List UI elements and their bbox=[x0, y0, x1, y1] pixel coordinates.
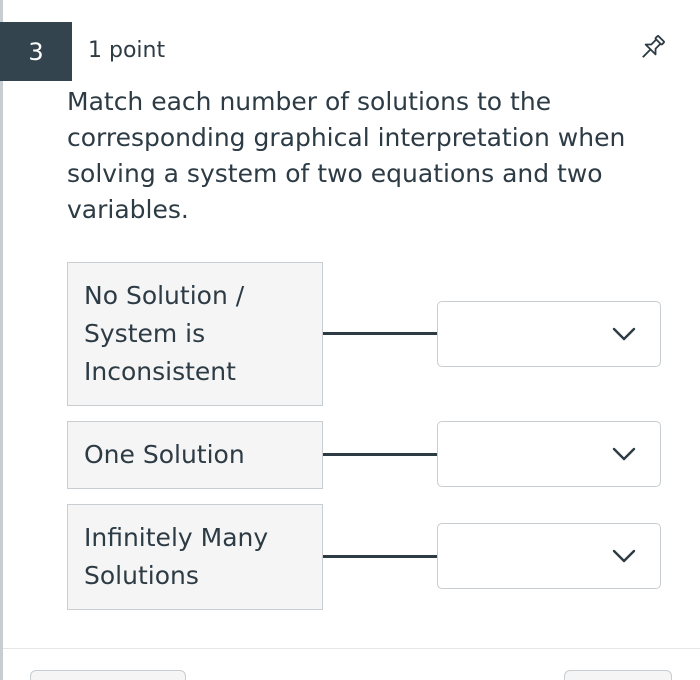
match-select-infinitely-many[interactable] bbox=[437, 523, 661, 589]
next-button[interactable] bbox=[564, 670, 672, 680]
question-number: 3 bbox=[28, 37, 44, 66]
match-prompt-infinitely-many: Infinitely Many Solutions bbox=[67, 504, 323, 610]
match-select-one-solution[interactable] bbox=[437, 421, 661, 487]
pushpin-icon[interactable] bbox=[636, 32, 668, 64]
chevron-down-icon bbox=[612, 549, 636, 563]
question-number-badge: 3 bbox=[0, 22, 72, 81]
match-prompt-one-solution: One Solution bbox=[67, 421, 323, 489]
footer-divider bbox=[3, 648, 700, 649]
match-prompt-label: Infinitely Many Solutions bbox=[84, 523, 269, 590]
quiz-page: 3 1 point Match each number of solutions… bbox=[0, 0, 700, 680]
match-prompt-no-solution: No Solution / System is Inconsistent bbox=[67, 262, 323, 406]
match-prompt-label: No Solution / System is Inconsistent bbox=[84, 281, 245, 386]
match-prompt-label: One Solution bbox=[84, 440, 245, 469]
question-points: 1 point bbox=[88, 38, 166, 63]
match-select-no-solution[interactable] bbox=[437, 301, 661, 367]
left-border bbox=[0, 0, 3, 680]
question-text: Match each number of solutions to the co… bbox=[67, 87, 626, 224]
match-connector-line bbox=[323, 332, 437, 335]
match-connector-line bbox=[323, 453, 437, 456]
previous-button[interactable] bbox=[30, 670, 186, 680]
chevron-down-icon bbox=[612, 327, 636, 341]
chevron-down-icon bbox=[612, 447, 636, 461]
match-connector-line bbox=[323, 555, 437, 558]
